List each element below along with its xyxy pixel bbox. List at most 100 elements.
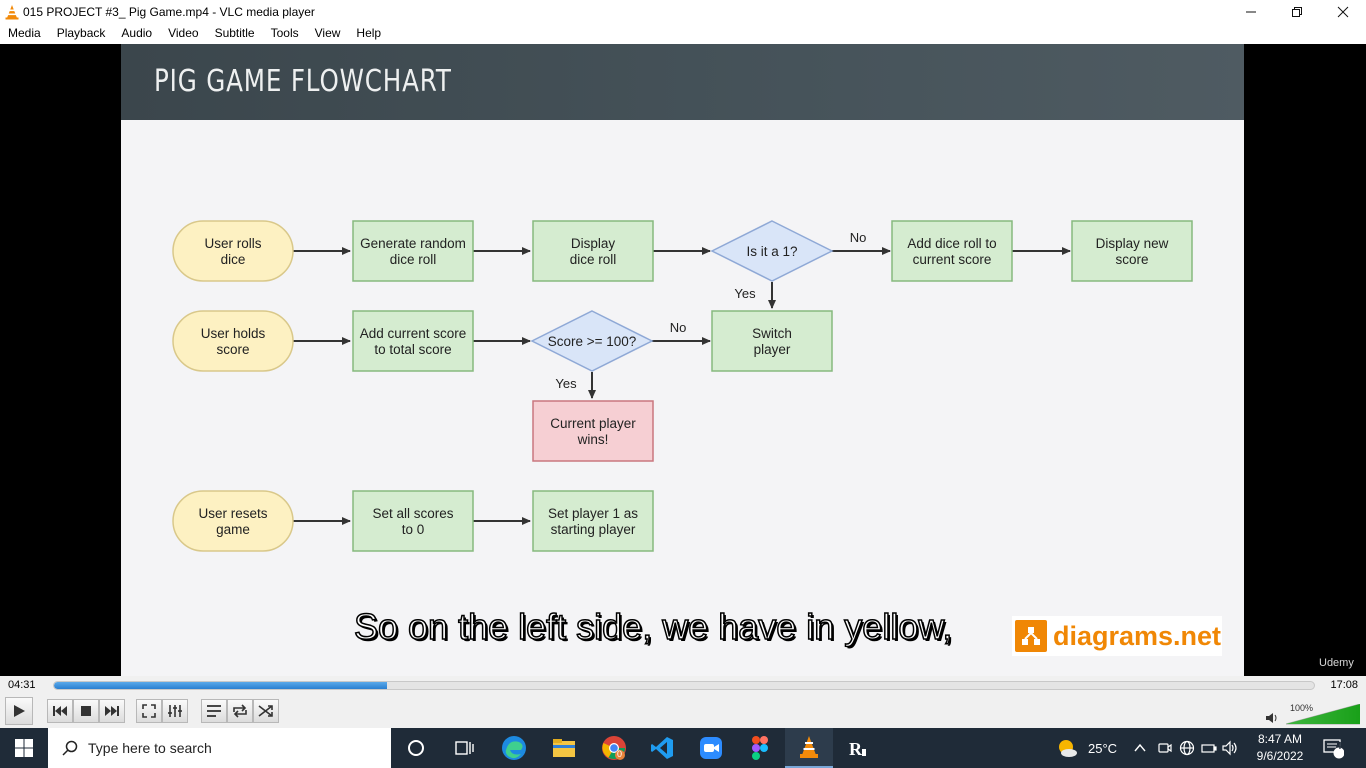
menu-subtitle[interactable]: Subtitle: [207, 23, 263, 44]
node-generate-line2: dice roll: [390, 252, 437, 267]
close-button[interactable]: [1320, 0, 1366, 23]
previous-icon: [53, 706, 67, 716]
edge-label-yes-2: Yes: [555, 376, 577, 391]
shuffle-icon: [258, 705, 273, 717]
edge-label-no-1: No: [850, 230, 867, 245]
weather-temp: 25°C: [1088, 740, 1118, 756]
search-placeholder: Type here to search: [88, 740, 212, 756]
elapsed-time: 04:31: [8, 679, 36, 691]
title-bar: 015 PROJECT #3_ Pig Game.mp4 - VLC media…: [0, 0, 1366, 23]
weather-widget[interactable]: 25°C: [1056, 728, 1117, 768]
edge-app[interactable]: [490, 728, 538, 768]
chrome-app[interactable]: 0: [590, 728, 638, 768]
file-explorer-app[interactable]: [540, 728, 588, 768]
node-switch-player-line1: Switch: [752, 326, 792, 341]
previous-button[interactable]: [47, 699, 73, 723]
extended-settings-button[interactable]: [162, 699, 188, 723]
node-add-current: Add current score to total score: [352, 310, 474, 372]
playlist-button[interactable]: [201, 699, 227, 723]
node-add-roll-line1: Add dice roll to: [907, 236, 996, 251]
menu-tools[interactable]: Tools: [263, 23, 307, 44]
slide: PIG GAME FLOWCHART No Yes No Yes User ro…: [121, 44, 1354, 676]
diagrams-net-logo-icon: [1015, 620, 1047, 652]
loop-button[interactable]: [227, 699, 253, 723]
edge-label-yes-1: Yes: [734, 286, 756, 301]
clock-time: 8:47 AM: [1257, 732, 1303, 746]
node-switch-player: Switch player: [711, 310, 833, 372]
node-is-it-1: Is it a 1?: [710, 220, 834, 282]
node-score-check-label: Score >= 100?: [548, 334, 637, 349]
stop-button[interactable]: [73, 699, 99, 723]
next-icon: [105, 706, 119, 716]
minimize-button[interactable]: [1228, 0, 1274, 23]
taskbar-clock[interactable]: 8:47 AM 9/6/2022: [1252, 731, 1308, 765]
fullscreen-button[interactable]: [136, 699, 162, 723]
menu-video[interactable]: Video: [160, 23, 206, 44]
node-user-rolls-line1: User rolls: [204, 236, 261, 251]
node-user-rolls: User rolls dice: [172, 220, 294, 282]
menu-media[interactable]: Media: [0, 23, 49, 44]
vlc-window: 015 PROJECT #3_ Pig Game.mp4 - VLC media…: [0, 0, 1366, 768]
node-display-score: Display new score: [1071, 220, 1193, 282]
play-button[interactable]: [5, 697, 33, 725]
volume-icon[interactable]: [1222, 740, 1240, 756]
menu-help[interactable]: Help: [348, 23, 389, 44]
menu-bar: Media Playback Audio Video Subtitle Tool…: [0, 23, 1366, 44]
figma-icon: [752, 736, 768, 760]
node-add-current-line2: to total score: [374, 342, 451, 357]
menu-view[interactable]: View: [307, 23, 349, 44]
task-view-button[interactable]: [440, 728, 488, 768]
menu-audio[interactable]: Audio: [113, 23, 160, 44]
player-controls: 04:31 17:08 100%: [0, 676, 1366, 728]
video-area[interactable]: PIG GAME FLOWCHART No Yes No Yes User ro…: [0, 44, 1366, 676]
typora-icon: R: [847, 737, 869, 759]
zoom-icon: [700, 737, 722, 759]
notifications-button[interactable]: 4: [1322, 728, 1344, 768]
meet-now-icon[interactable]: [1157, 740, 1173, 756]
svg-text:R: R: [849, 739, 863, 759]
seek-bar-fill: [54, 682, 387, 689]
subtitle-caption: So on the left side, we have in yellow,: [353, 605, 953, 648]
node-display-dice-line1: Display: [571, 236, 616, 251]
node-user-holds: User holds score: [172, 310, 294, 372]
clock-date: 9/6/2022: [1256, 749, 1304, 763]
globe-icon[interactable]: [1179, 740, 1195, 756]
vlc-cone-icon: [5, 4, 19, 19]
taskbar-search-box[interactable]: Type here to search: [48, 728, 391, 768]
next-button[interactable]: [99, 699, 125, 723]
slide-header: PIG GAME FLOWCHART: [121, 44, 1244, 120]
cortana-button[interactable]: [392, 728, 440, 768]
minimize-icon: [1246, 11, 1256, 12]
fullscreen-icon: [142, 704, 156, 718]
node-user-holds-line2: score: [216, 342, 249, 357]
udemy-watermark: Udemy: [1319, 657, 1354, 669]
search-icon: [62, 740, 78, 756]
start-button[interactable]: [0, 728, 48, 768]
menu-playback[interactable]: Playback: [49, 23, 114, 44]
windows-logo-icon: [15, 739, 33, 757]
node-display-dice: Display dice roll: [532, 220, 654, 282]
node-add-roll-line2: current score: [913, 252, 992, 267]
diagrams-net-badge: diagrams.net: [1012, 616, 1222, 656]
figma-app[interactable]: [736, 728, 784, 768]
task-view-icon: [455, 741, 474, 755]
restore-button[interactable]: [1274, 0, 1320, 23]
chrome-badge: 0: [617, 749, 623, 759]
speaker-icon[interactable]: [1265, 712, 1279, 724]
system-tray: [1133, 728, 1240, 768]
battery-icon[interactable]: [1201, 740, 1217, 756]
typora-app[interactable]: R: [834, 728, 882, 768]
node-display-score-line2: score: [1115, 252, 1148, 267]
shuffle-button[interactable]: [253, 699, 279, 723]
edge-label-no-2: No: [670, 320, 687, 335]
vscode-app[interactable]: [638, 728, 686, 768]
vlc-app[interactable]: [785, 728, 833, 768]
zoom-app[interactable]: [687, 728, 735, 768]
notification-count: 4: [1336, 741, 1342, 752]
chevron-up-icon[interactable]: [1133, 741, 1147, 755]
node-set-player-line2: starting player: [551, 522, 636, 537]
node-add-current-line1: Add current score: [360, 326, 467, 341]
seek-bar[interactable]: [53, 681, 1315, 690]
volume-slider[interactable]: [1286, 704, 1360, 726]
playlist-icon: [207, 705, 221, 717]
